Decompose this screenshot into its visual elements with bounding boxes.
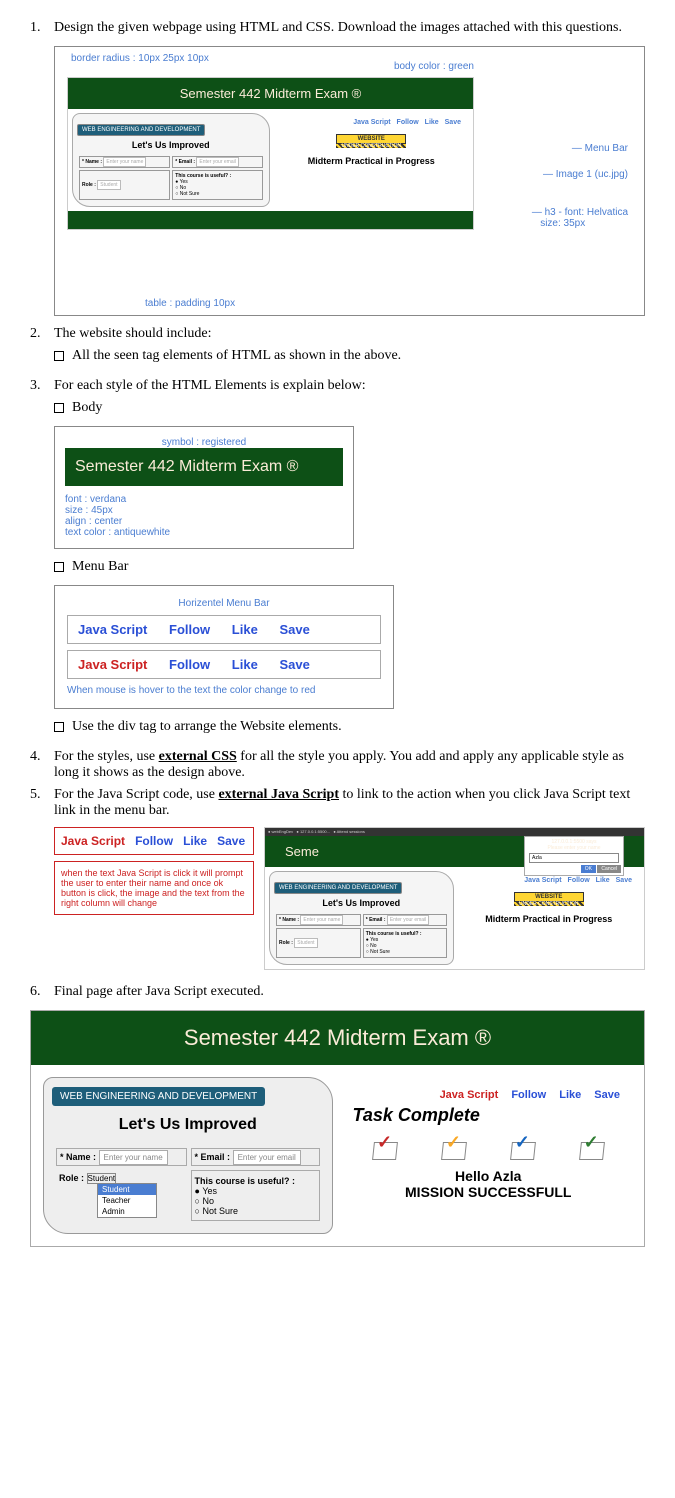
radio-notsure[interactable]: Not Sure [202,1206,238,1216]
q3-sub-div: Use the div tag to arrange the Website e… [54,719,645,735]
menu-follow[interactable]: Follow [397,119,419,126]
ok-button[interactable]: OK [581,865,596,873]
ann-img1: — Image 1 (uc.jpg) [543,169,628,180]
table-row: Role : Student This course is useful? : … [79,170,263,200]
q3-sub-body: Body [54,400,645,416]
q3-body-fig: symbol : registered Semester 442 Midterm… [54,426,354,549]
final-left: WEB ENGINEERING AND DEVELOPMENT Let's Us… [43,1077,333,1234]
q1-num: 1. [30,20,54,36]
radio-no[interactable]: No [202,1196,214,1206]
mini-badge: WEB ENGINEERING AND DEVELOPMENT [77,124,205,136]
hello-text: Hello Azla [353,1168,625,1184]
q5-right-col: ● webEngDev ● 127.0.0.1:5500... ● Attend… [264,827,645,970]
body-banner: Semester 442 Midterm Exam ® [65,448,343,486]
spec-size: size : 45px [65,505,343,516]
final-right: Java Script Follow Like Save Task Comple… [345,1077,633,1234]
mini-banner-bg: Semester 442 Midterm Exam ® [68,78,473,109]
mini-right-panel: Java Script Follow Like Save WEBSITE UND… [274,113,470,207]
checkbox-icon [54,722,64,732]
role-select[interactable]: Student [87,1173,117,1184]
menu-save[interactable]: Save [445,119,461,126]
q3-sub-menu: Menu Bar [54,559,645,575]
ann-hmenu: Horizentel Menu Bar [67,598,381,609]
ann-hover: When mouse is hover to the text the colo… [67,685,381,696]
q6: 6. Final page after Java Script executed… [30,984,645,1000]
js-explain: when the text Java Script is click it wi… [54,861,254,915]
name-input[interactable]: Enter your name [103,157,146,167]
mini-left-title: Let's Us Improved [77,140,265,150]
email-input[interactable]: Enter your email [196,157,238,167]
mini-banner: Semester 442 Midterm Exam ® [180,86,362,101]
role-select[interactable]: Student [97,180,120,190]
menu-row-hover: Java Script Follow Like Save [67,650,381,679]
ann-table: table : padding 10px [145,298,235,309]
q5: 5. For the Java Script code, use externa… [30,787,645,819]
q1-text: Design the given webpage using HTML and … [54,20,645,36]
ann-border: border radius : 10px 25px 10px [71,53,638,64]
menu-js[interactable]: Java Script [353,119,390,126]
role-dropdown[interactable]: Student Teacher Admin [97,1183,157,1218]
browser-tab-bar: ● webEngDev ● 127.0.0.1:5500... ● Attend… [265,828,644,836]
spec-align: align : center [65,516,343,527]
q2-sub1: All the seen tag elements of HTML as sho… [54,348,645,364]
q5-left-col: Java Script Follow Like Save when the te… [54,827,254,970]
q1: 1. Design the given webpage using HTML a… [30,20,645,36]
final-page: Semester 442 Midterm Exam ® WEB ENGINEER… [30,1010,645,1247]
email-input[interactable]: Enter your email [233,1150,301,1165]
spec-color: text color : antiquewhite [65,527,343,538]
mini-page: Semester 442 Midterm Exam ® WEB ENGINEER… [67,77,474,230]
name-input[interactable]: Enter your name [99,1150,168,1165]
h3-progress: Midterm Practical in Progress [278,156,466,166]
q3-menu-fig: Horizentel Menu Bar Java Script Follow L… [54,585,394,709]
mission-text: MISSION SUCCESSFULL [353,1184,625,1200]
spec-font: font : verdana [65,494,343,505]
ann-h3: — h3 - font: Helvatica size: 35px [532,207,628,229]
table-row: * Name : Enter your name * Email : Enter… [56,1148,320,1166]
uc-image: WEBSITE UNDER CONSTRUCTION [336,134,406,148]
q4: 4. For the styles, use external CSS for … [30,749,645,781]
checkbox-icon [54,351,64,361]
banner-split: Seme am ® 127.0.0.1:5500 says Please ent… [265,836,644,867]
radio-yes[interactable]: Yes [202,1186,217,1196]
task-complete-image: ✓ ✓ ✓ ✓ [353,1132,625,1160]
checkbox-icon [54,403,64,413]
mini-left-panel: WEB ENGINEERING AND DEVELOPMENT Let's Us… [72,113,270,207]
checkbox-icon [54,562,64,572]
final-banner: Semester 442 Midterm Exam ® [31,1011,644,1065]
q2: 2. The website should include: [30,326,645,342]
radio-notsure[interactable]: Not Sure [180,191,200,197]
q3: 3. For each style of the HTML Elements i… [30,378,645,394]
mini-footer [68,211,473,229]
final-menu: Java Script Follow Like Save [353,1085,625,1105]
mini-menu-bar: Java Script Follow Like Save [278,117,466,128]
menu-row-normal: Java Script Follow Like Save [67,615,381,644]
ann-menubar: — Menu Bar [572,143,628,154]
task-complete: Task Complete [353,1105,625,1126]
mini-form-table: * Name : Enter your name * Email : Enter… [77,154,265,202]
cancel-button[interactable]: Cancel [597,865,621,873]
ann-body: body color : green [394,61,474,72]
ann-symbol: symbol : registered [65,437,343,448]
table-row: Role : Student Student Teacher Admin Thi… [56,1170,320,1221]
prompt-input[interactable] [529,853,619,863]
js-prompt: 127.0.0.1:5500 says Please enter your na… [524,836,624,876]
menu-like[interactable]: Like [425,119,439,126]
table-row: * Name : Enter your name * Email : Enter… [79,156,263,168]
q1-figure: border radius : 10px 25px 10px body colo… [54,46,645,316]
